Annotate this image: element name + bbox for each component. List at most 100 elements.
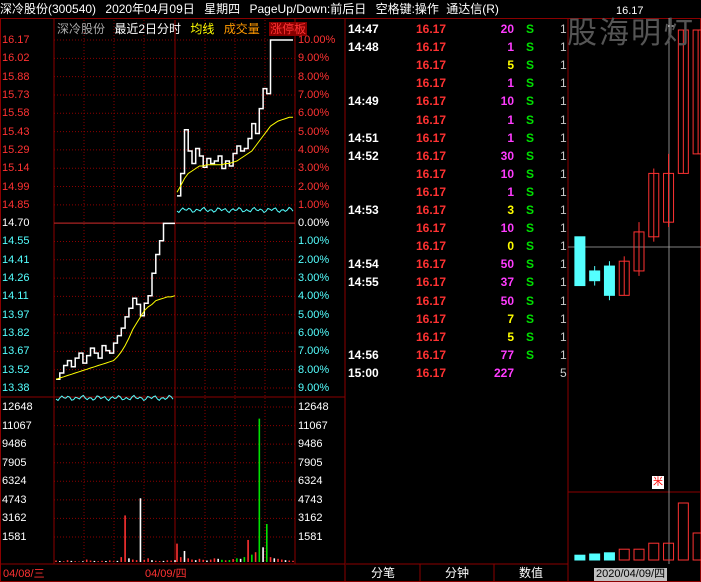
tick-price: 16.17 (416, 365, 447, 380)
volume-tick-label-right: 6324 (298, 475, 323, 488)
volume-tick-label-right: 7905 (298, 456, 323, 469)
tick-row[interactable]: 16.17 10 S 1 (346, 165, 568, 183)
tick-count: 1 (560, 112, 567, 127)
price-tick-label: 13.38 (2, 382, 30, 394)
tick-count: 1 (560, 148, 567, 163)
tick-row[interactable]: 16.17 1 S 1 (346, 74, 568, 92)
price-tick-label: 14.11 (2, 290, 29, 303)
tick-row[interactable]: 14:54 16.17 50 S 1 (346, 255, 568, 273)
kline-date-label: 2020/04/09/四 (594, 568, 668, 581)
volume-tick-label: 7905 (2, 456, 27, 469)
tick-volume: 50 (500, 293, 514, 308)
kline-volume-bar (603, 552, 615, 561)
tick-row[interactable]: 14:47 16.17 20 S 1 (346, 20, 568, 38)
tick-side: S (526, 166, 535, 181)
tick-time: 14:49 (348, 94, 379, 109)
percent-tick-label: 8.00% (298, 363, 330, 376)
tick-time: 14:51 (348, 130, 379, 145)
price-tick-label: 15.14 (2, 162, 30, 175)
tick-row[interactable]: 15:00 16.17 227 5 (346, 364, 568, 382)
tick-volume: 77 (500, 347, 514, 362)
tick-count: 1 (560, 275, 567, 290)
price-line-day1 (56, 222, 175, 381)
percent-tick-label: 1.00% (298, 235, 330, 248)
tick-row[interactable]: 14:52 16.17 30 S 1 (346, 147, 568, 165)
tick-count: 1 (560, 203, 567, 217)
tick-price: 16.17 (416, 203, 447, 217)
volume-tick-label: 4743 (2, 493, 27, 506)
tick-row[interactable]: 16.17 1 S 1 (346, 111, 568, 129)
percent-tick-label: 1.00% (298, 198, 330, 211)
tick-side: S (526, 347, 535, 362)
tick-side: S (526, 94, 535, 109)
tick-count: 1 (560, 257, 567, 272)
tick-price: 16.17 (416, 130, 447, 145)
tick-side: S (526, 239, 535, 254)
price-tick-label: 14.70 (2, 217, 30, 230)
tick-row[interactable]: 16.17 5 S 1 (346, 328, 568, 346)
tick-row[interactable]: 14:51 16.17 1 S 1 (346, 129, 568, 147)
tick-time: 14:53 (348, 203, 379, 217)
tick-count: 1 (560, 76, 567, 91)
tick-volume: 37 (500, 275, 514, 290)
tick-side: S (526, 257, 535, 272)
tick-price: 16.17 (416, 58, 447, 73)
tab-values[interactable]: 数值 (494, 564, 568, 582)
date-text: 2020年04月09日 (105, 2, 195, 16)
tick-row[interactable]: 16.17 7 S 1 (346, 310, 568, 328)
tick-price: 16.17 (416, 184, 447, 199)
tick-volume: 50 (500, 257, 514, 272)
tick-row[interactable]: 14:48 16.17 1 S 1 (346, 38, 568, 56)
kline-volume-bar (633, 548, 645, 561)
kline-volume-bar (574, 554, 586, 561)
tick-side: S (526, 58, 535, 73)
tick-row[interactable]: 16.17 50 S 1 (346, 292, 568, 310)
kline-candle (574, 236, 586, 287)
avg-line-label: 均线 (190, 22, 215, 36)
percent-tick-label: 5.00% (298, 308, 330, 321)
tick-volume: 10 (500, 94, 514, 109)
tick-row[interactable]: 16.17 1 S 1 (346, 183, 568, 201)
tick-count: 1 (560, 166, 567, 181)
kline-marker-icon[interactable]: 米 (652, 476, 664, 489)
tick-row[interactable]: 14:56 16.17 77 S 1 (346, 346, 568, 364)
kline-volume-bar (663, 542, 675, 561)
price-tick-label: 13.52 (2, 363, 30, 376)
tick-row[interactable]: 16.17 10 S 1 (346, 219, 568, 237)
tick-price: 16.17 (416, 94, 447, 109)
price-tick-label: 13.97 (2, 308, 30, 321)
percent-tick-label: 4.00% (298, 290, 330, 303)
tick-count: 1 (560, 293, 567, 308)
tick-count: 1 (560, 58, 567, 73)
price-tick-label: 16.17 (2, 34, 30, 46)
tick-volume: 0 (507, 239, 514, 254)
kline-volume-bar (692, 532, 701, 561)
tick-count: 1 (560, 130, 567, 145)
tick-row[interactable]: 14:53 16.17 3 S 1 (346, 201, 568, 219)
tab-minutes[interactable]: 分钟 (420, 564, 494, 582)
price-tick-label: 14.99 (2, 180, 30, 193)
tick-row[interactable]: 16.17 5 S 1 (346, 56, 568, 74)
tick-price: 16.17 (416, 329, 447, 344)
tick-volume: 10 (500, 221, 514, 236)
tick-side: S (526, 148, 535, 163)
tab-ticks[interactable]: 分笔 (346, 564, 420, 582)
tick-price: 16.17 (416, 257, 447, 272)
tick-row[interactable]: 16.17 0 S 1 (346, 237, 568, 255)
key-hint: 空格键:操作 (375, 2, 439, 16)
tick-row[interactable]: 14:55 16.17 37 S 1 (346, 273, 568, 291)
price-tick-label: 15.73 (2, 88, 30, 101)
tick-volume: 5 (507, 58, 514, 73)
tick-row[interactable]: 14:49 16.17 10 S 1 (346, 92, 568, 110)
tick-count: 1 (560, 40, 567, 55)
kline-volume-bar (648, 542, 660, 561)
volume-tick-label: 6324 (2, 475, 27, 488)
price-tick-label: 14.55 (2, 235, 30, 248)
chart-mode[interactable]: 最近2日分时 (114, 22, 181, 36)
percent-tick-label: 3.00% (298, 272, 330, 285)
tick-volume: 1 (507, 130, 514, 145)
percent-tick-label: 4.00% (298, 143, 330, 156)
tick-price: 16.17 (416, 275, 447, 290)
volume-tick-label: 9486 (2, 438, 27, 451)
tick-count: 1 (560, 94, 567, 109)
